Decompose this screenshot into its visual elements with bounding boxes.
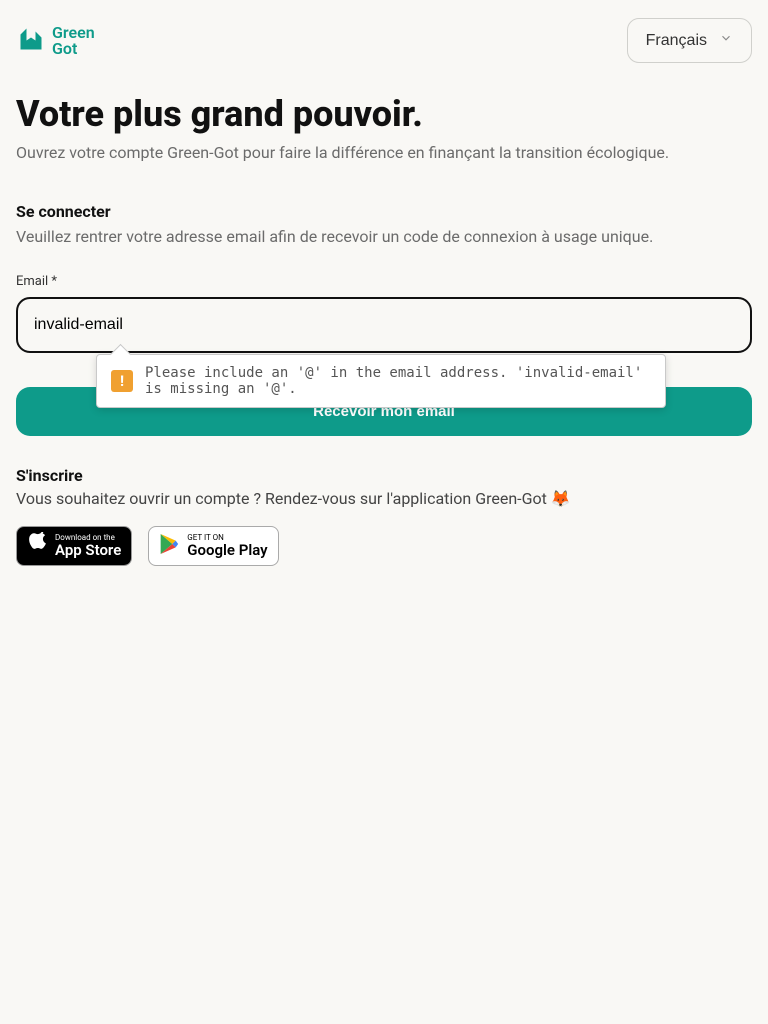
signup-description: Vous souhaitez ouvrir un compte ? Rendez… [16,489,752,508]
language-selector[interactable]: Français [627,18,752,63]
signup-title: S'inscrire [16,466,752,485]
login-description: Veuillez rentrer votre adresse email afi… [16,227,752,246]
login-title: Se connecter [16,202,752,221]
page-subtitle: Ouvrez votre compte Green-Got pour faire… [16,143,752,162]
warning-icon: ! [111,370,133,392]
email-label: Email * [16,274,752,289]
googleplay-icon [159,533,179,559]
logo-text: Green Got [52,25,95,57]
validation-tooltip: ! Please include an '@' in the email add… [96,354,666,408]
logo-fox-icon [16,24,46,58]
language-label: Français [646,32,707,50]
email-field[interactable] [16,297,752,353]
googleplay-badge[interactable]: GET IT ON Google Play [148,526,278,566]
validation-message: Please include an '@' in the email addre… [145,365,651,397]
googleplay-big-text: Google Play [187,542,267,559]
appstore-big-text: App Store [55,542,121,559]
logo[interactable]: Green Got [16,24,95,58]
chevron-down-icon [719,31,733,50]
apple-icon [27,532,47,560]
page-title: Votre plus grand pouvoir. [16,93,752,135]
appstore-badge[interactable]: Download on the App Store [16,526,132,566]
